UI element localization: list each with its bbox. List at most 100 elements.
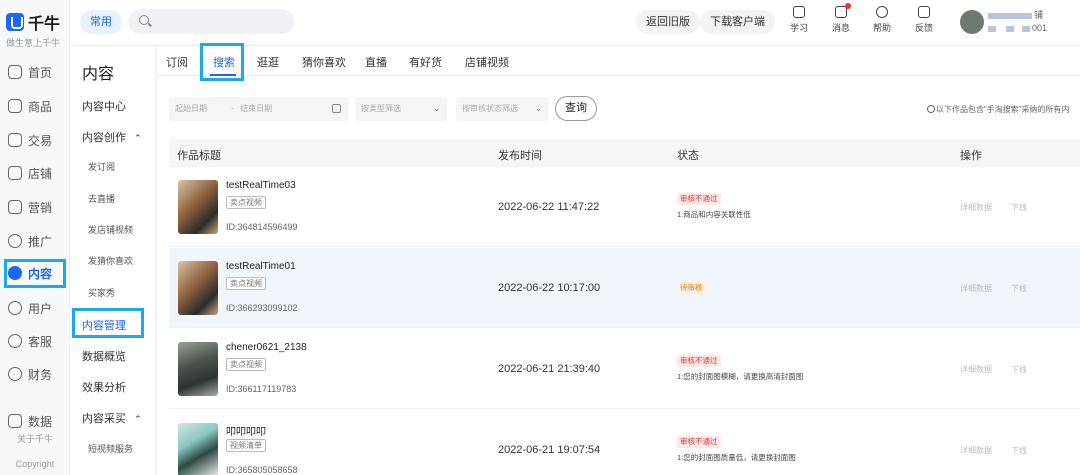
tab-browse[interactable]: 逛逛 <box>257 54 279 70</box>
detail-data-link[interactable]: 详细数据 <box>960 445 992 456</box>
work-title[interactable]: 叩叩叩叩 <box>226 423 266 438</box>
help-button[interactable]: 帮助 <box>867 6 897 34</box>
table-row[interactable]: chener0621_2138 卖点视频 ID:366117119783 202… <box>169 329 1080 409</box>
download-client-button[interactable]: 下载客户端 <box>700 10 775 34</box>
unread-dot <box>845 3 851 9</box>
subnav-item-guess-like[interactable]: 发猜你喜欢 <box>88 254 133 267</box>
subnav-item-data-overview[interactable]: 数据概览 <box>82 348 126 364</box>
date-range-picker[interactable]: 起始日期 - 结束日期 <box>169 97 349 121</box>
work-id: ID:366293099102 <box>226 303 298 313</box>
rail-item-data[interactable]: 数据 <box>0 408 70 434</box>
copyright: Copyright <box>15 459 55 469</box>
subnav-item-short-video-service[interactable]: 短视频服务 <box>88 442 133 455</box>
trade-icon <box>8 133 22 147</box>
highlight-box-content-manage <box>72 308 144 338</box>
rail-item-shop[interactable]: 店铺 <box>0 160 70 186</box>
rail-item-promotion[interactable]: 推广 <box>0 228 70 254</box>
user-icon <box>8 301 22 315</box>
account-info[interactable]: 铺 001 <box>988 9 1047 35</box>
subnav-group-content-purchase[interactable]: 内容采买 ⌃ <box>82 410 142 426</box>
reject-reason: 1:您的封面图质量低，请更换封面图 <box>677 453 796 462</box>
data-icon <box>8 414 22 428</box>
video-thumbnail[interactable] <box>178 423 218 475</box>
subnav-item-shop-video[interactable]: 发店铺视频 <box>88 223 133 236</box>
brand-slogan: 做生意上千牛 <box>6 38 61 48</box>
offline-link[interactable]: 下线 <box>1011 202 1027 213</box>
video-thumbnail[interactable] <box>178 342 218 396</box>
work-title[interactable]: chener0621_2138 <box>226 342 307 353</box>
offline-link[interactable]: 下线 <box>1011 445 1027 456</box>
avatar[interactable] <box>960 10 984 34</box>
offline-link[interactable]: 下线 <box>1011 283 1027 294</box>
content-subnav: 内容 内容中心 内容创作 ⌃ 发订阅 去直播 发店铺视频 发猜你喜欢 买家秀 内容… <box>70 46 156 475</box>
rail-item-service[interactable]: 客服 <box>0 328 70 354</box>
detail-data-link[interactable]: 详细数据 <box>960 202 992 213</box>
reject-reason: 1:您的封面图模糊，请更换高清封面图 <box>677 372 804 381</box>
promotion-icon <box>8 234 22 248</box>
top-bar: 常用 返回旧版 下载客户端 学习 消息 帮助 反馈 铺 001 <box>70 0 1080 46</box>
work-tag: 卖点视频 <box>226 358 266 371</box>
subnav-item-subscribe[interactable]: 发订阅 <box>88 160 115 173</box>
tab-guess-like[interactable]: 猜你喜欢 <box>302 54 346 70</box>
common-button[interactable]: 常用 <box>80 10 122 34</box>
work-tag: 卖点视频 <box>226 277 266 290</box>
table-row[interactable]: testRealTime01 卖点视频 ID:366293099102 2022… <box>169 248 1080 328</box>
main-panel: 订阅 搜索 逛逛 猜你喜欢 直播 有好货 店铺视频 起始日期 - 结束日期 按类… <box>157 43 1080 475</box>
table-row[interactable]: testRealTime03 卖点视频 ID:364814596499 2022… <box>169 167 1080 247</box>
rail-item-marketing[interactable]: 营销 <box>0 194 70 220</box>
message-icon <box>835 3 851 18</box>
channel-tabs: 订阅 搜索 逛逛 猜你喜欢 直播 有好货 店铺视频 <box>157 46 1080 76</box>
table-row[interactable]: 叩叩叩叩 视频清单 ID:365805058658 2022-06-21 19:… <box>169 410 1080 475</box>
status-badge: 待审核 <box>677 282 706 294</box>
chevron-down-icon: ⌄ <box>535 104 542 113</box>
col-status: 状态 <box>677 150 699 162</box>
video-thumbnail[interactable] <box>178 261 218 315</box>
tab-shop-video[interactable]: 店铺视频 <box>465 54 509 70</box>
feedback-button[interactable]: 反馈 <box>909 6 939 34</box>
tab-good-goods[interactable]: 有好货 <box>409 54 442 70</box>
publish-time: 2022-06-22 10:17:00 <box>498 282 601 294</box>
rail-item-products[interactable]: 商品 <box>0 93 70 119</box>
end-date-placeholder: 结束日期 <box>240 104 273 113</box>
subnav-item-content-center[interactable]: 内容中心 <box>82 98 126 114</box>
search-input[interactable] <box>128 9 294 34</box>
type-filter-select[interactable]: 按类型筛选 ⌄ <box>355 97 447 121</box>
status-badge: 审核不通过 <box>677 193 721 205</box>
old-version-button[interactable]: 返回旧版 <box>636 10 700 34</box>
logo[interactable]: 千牛 做生意上千牛 <box>6 10 60 49</box>
work-title[interactable]: testRealTime03 <box>226 180 296 191</box>
rail-item-trade[interactable]: 交易 <box>0 127 70 153</box>
subnav-item-buyer-show[interactable]: 买家秀 <box>88 286 115 299</box>
subnav-group-content-create[interactable]: 内容创作 ⌃ <box>82 129 142 145</box>
tab-subscribe[interactable]: 订阅 <box>166 54 188 70</box>
col-actions: 操作 <box>960 150 982 162</box>
left-rail: 千牛 做生意上千牛 首页 商品 交易 店铺 营销 推广 内容 用户 客服 财务 … <box>0 0 70 475</box>
detail-data-link[interactable]: 详细数据 <box>960 283 992 294</box>
work-id: ID:364814596499 <box>226 222 298 232</box>
rail-item-home[interactable]: 首页 <box>0 59 70 85</box>
about-link[interactable]: 关于千牛 <box>0 432 70 445</box>
publish-time: 2022-06-22 11:47:22 <box>498 201 600 213</box>
rail-item-users[interactable]: 用户 <box>0 295 70 321</box>
query-button[interactable]: 查询 <box>555 96 597 121</box>
headset-icon <box>8 334 22 348</box>
work-title[interactable]: testRealTime01 <box>226 261 296 272</box>
subnav-item-effect-analysis[interactable]: 效果分析 <box>82 379 126 395</box>
learn-button[interactable]: 学习 <box>784 6 814 34</box>
highlight-box-rail-content <box>4 259 66 288</box>
finance-icon <box>8 367 22 381</box>
status-badge: 审核不通过 <box>677 436 721 448</box>
offline-link[interactable]: 下线 <box>1011 364 1027 375</box>
publish-time: 2022-06-21 21:39:40 <box>498 363 601 375</box>
work-tag: 视频清单 <box>226 439 266 452</box>
audit-filter-select[interactable]: 按审核状态筛选 ⌄ <box>456 97 549 121</box>
search-icon <box>139 15 149 25</box>
messages-button[interactable]: 消息 <box>826 3 856 34</box>
tab-live[interactable]: 直播 <box>365 54 387 70</box>
detail-data-link[interactable]: 详细数据 <box>960 364 992 375</box>
subnav-item-live[interactable]: 去直播 <box>88 192 115 205</box>
rail-item-finance[interactable]: 财务 <box>0 361 70 387</box>
col-publish-time: 发布时间 <box>498 150 542 162</box>
video-thumbnail[interactable] <box>178 180 218 234</box>
info-tip: 以下作品包含“手淘搜索”采纳的所有内 <box>927 104 1069 115</box>
